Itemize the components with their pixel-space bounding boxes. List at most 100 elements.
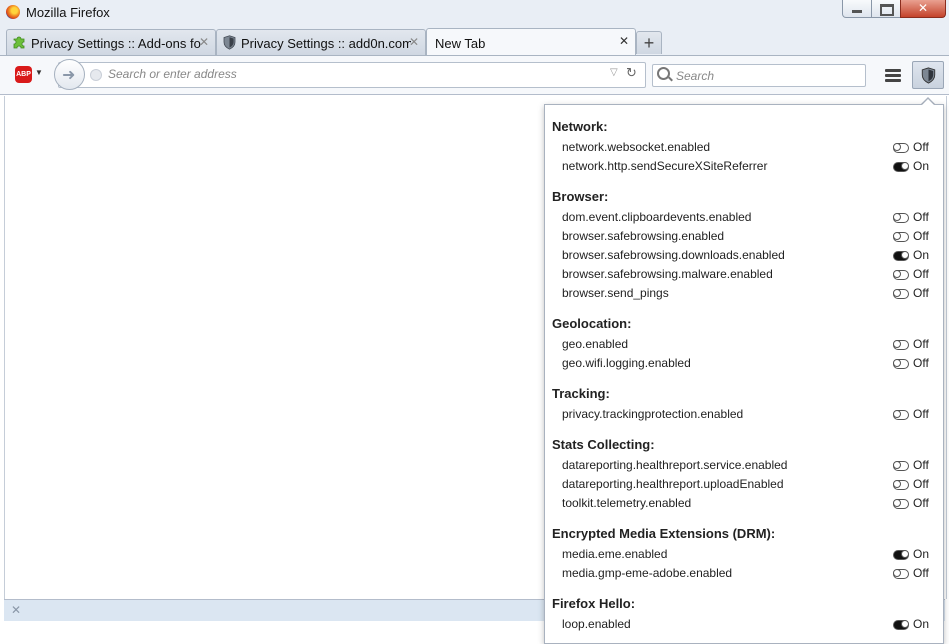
pref-toggle[interactable]	[893, 289, 909, 299]
pref-state: Off	[913, 267, 929, 281]
pref-state: On	[913, 248, 930, 262]
pref-state: Off	[913, 210, 929, 224]
minimize-button[interactable]	[842, 0, 872, 18]
section-title: Network:	[552, 119, 608, 134]
pref-state: Off	[913, 566, 929, 580]
pref-state: Off	[913, 496, 929, 510]
pref-state: Off	[913, 140, 929, 154]
pref-state: Off	[913, 477, 929, 491]
pref-row: dom.event.clipboardevents.enabled Off	[562, 210, 932, 228]
section-title: Browser:	[552, 189, 609, 204]
panel-arrow-inner	[921, 98, 935, 106]
pref-row: loop.enabled On	[562, 617, 932, 635]
puzzle-piece-icon	[13, 36, 25, 49]
pref-name: browser.send_pings	[562, 286, 669, 300]
pref-row: geo.enabled Off	[562, 337, 932, 355]
close-icon[interactable]: ✕	[11, 603, 21, 617]
toggle-knob	[893, 410, 901, 418]
close-window-button[interactable]: ✕	[900, 0, 946, 18]
pref-state: On	[913, 159, 930, 173]
pref-toggle[interactable]	[893, 410, 909, 420]
pref-name: toolkit.telemetry.enabled	[562, 496, 692, 510]
reload-icon[interactable]: ↻	[626, 65, 637, 81]
pref-state: Off	[913, 337, 929, 351]
pref-row: media.eme.enabled On	[562, 547, 932, 565]
pref-state: Off	[913, 356, 929, 370]
pref-name: geo.enabled	[562, 337, 629, 351]
pref-toggle[interactable]	[893, 232, 909, 242]
pref-row: browser.safebrowsing.downloads.enabled On	[562, 248, 932, 266]
toggle-knob	[893, 359, 901, 367]
close-tab-icon[interactable]: ✕	[199, 35, 209, 49]
pref-state: Off	[913, 229, 929, 243]
section-title: Geolocation:	[552, 316, 632, 331]
pref-toggle[interactable]	[893, 162, 909, 172]
pref-toggle[interactable]	[893, 143, 909, 153]
adblock-plus-icon[interactable]: ABP	[15, 66, 32, 83]
pref-toggle[interactable]	[893, 620, 909, 630]
pref-toggle[interactable]	[893, 480, 909, 490]
pref-name: browser.safebrowsing.enabled	[562, 229, 725, 243]
shield-icon	[223, 35, 236, 50]
pref-row: datareporting.healthreport.service.enabl…	[562, 458, 932, 476]
history-dropdown-icon[interactable]: ▽	[610, 67, 618, 78]
toggle-knob	[893, 270, 901, 278]
section-title: Encrypted Media Extensions (DRM):	[552, 526, 776, 541]
pref-toggle[interactable]	[893, 359, 909, 369]
pref-toggle[interactable]	[893, 340, 909, 350]
pref-toggle[interactable]	[893, 270, 909, 280]
pref-name: network.http.sendSecureXSiteReferrer	[562, 159, 768, 173]
toggle-knob	[893, 480, 901, 488]
close-tab-icon[interactable]: ✕	[409, 35, 419, 49]
pref-name: loop.enabled	[562, 617, 631, 631]
pref-row: media.gmp-eme-adobe.enabled Off	[562, 566, 932, 584]
pref-row: geo.wifi.logging.enabled Off	[562, 356, 932, 374]
window-title: Mozilla Firefox	[26, 5, 110, 20]
section-title: Stats Collecting:	[552, 437, 655, 452]
tab-new-tab[interactable]: New Tab ✕	[426, 28, 636, 55]
new-tab-button[interactable]: +	[636, 31, 662, 54]
pref-toggle[interactable]	[893, 499, 909, 509]
pref-name: network.websocket.enabled	[562, 140, 711, 154]
toggle-knob	[901, 620, 909, 628]
pref-name: browser.safebrowsing.downloads.enabled	[562, 248, 785, 262]
section-title: Tracking:	[552, 386, 610, 401]
globe-icon	[90, 69, 102, 81]
pref-row: network.http.sendSecureXSiteReferrer On	[562, 159, 932, 177]
pref-toggle[interactable]	[893, 461, 909, 471]
pref-row: browser.send_pings Off	[562, 286, 932, 304]
pref-toggle[interactable]	[893, 251, 909, 261]
pref-toggle[interactable]	[893, 213, 909, 223]
open-menu-button[interactable]	[878, 62, 908, 90]
tab-label: Privacy Settings :: add0n.com	[241, 36, 411, 51]
toggle-knob	[893, 569, 901, 577]
back-button[interactable]: ➜	[54, 59, 85, 90]
hamburger-icon	[885, 69, 901, 72]
pref-toggle[interactable]	[893, 569, 909, 579]
pref-state: On	[913, 547, 930, 561]
adblock-dropdown-icon[interactable]: ▼	[35, 68, 43, 77]
plus-icon: +	[643, 33, 655, 53]
hamburger-icon-line	[885, 79, 901, 82]
maximize-button[interactable]	[871, 0, 901, 18]
pref-name: media.gmp-eme-adobe.enabled	[562, 566, 733, 580]
pref-toggle[interactable]	[893, 550, 909, 560]
tab-privacy-settings-add0n[interactable]: Privacy Settings :: add0n.com ✕	[216, 29, 426, 55]
toggle-knob	[901, 550, 909, 558]
toggle-knob	[893, 289, 901, 297]
address-input[interactable]	[108, 65, 598, 83]
pref-state: Off	[913, 458, 929, 472]
pref-name: dom.event.clipboardevents.enabled	[562, 210, 752, 224]
privacy-settings-button[interactable]	[912, 61, 944, 89]
pref-name: geo.wifi.logging.enabled	[562, 356, 691, 370]
toggle-knob	[893, 143, 901, 151]
tab-label: New Tab	[435, 36, 486, 51]
close-icon: ✕	[917, 1, 929, 15]
search-input[interactable]	[676, 68, 856, 84]
toggle-knob	[893, 232, 901, 240]
back-arrow-icon: ➜	[62, 67, 76, 84]
tab-privacy-settings-addons[interactable]: Privacy Settings :: Add-ons fo... ✕	[6, 29, 216, 55]
close-tab-icon[interactable]: ✕	[619, 34, 629, 48]
pref-name: browser.safebrowsing.malware.enabled	[562, 267, 773, 281]
pref-state: On	[913, 617, 930, 631]
